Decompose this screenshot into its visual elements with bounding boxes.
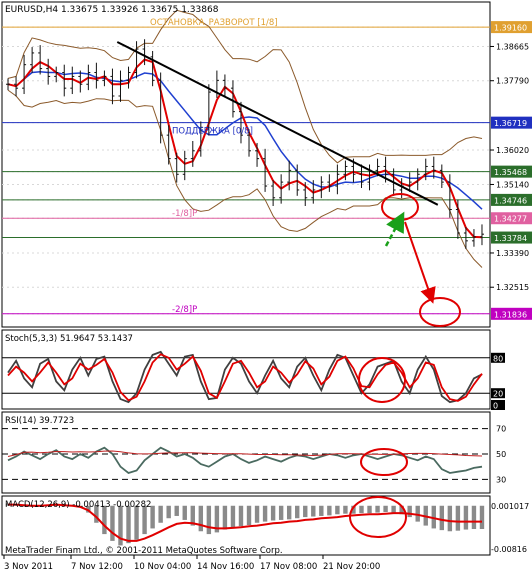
macd-tick-label: 0.001017	[491, 502, 529, 511]
stoch-header: Stoch(5,3,3) 51.9647 53.1437	[5, 334, 133, 344]
x-tick-label: 17 Nov 08:00	[260, 562, 317, 572]
level-label: -2/8]P	[172, 305, 197, 315]
rsi-tick-label: 30	[496, 475, 506, 484]
x-tick-label: 7 Nov 12:00	[71, 562, 123, 572]
macd-bar	[471, 505, 477, 529]
rsi-tick-label: 50	[496, 450, 506, 459]
time-axis: 3 Nov 2011 7 Nov 12:00 10 Nov 04:00 14 Nov …	[3, 555, 380, 572]
macd-tick-label: -0.00816	[491, 545, 527, 554]
price-tag: 1.33784	[494, 234, 527, 243]
price-tag: 1.36719	[494, 119, 527, 128]
macd-bar	[303, 505, 308, 518]
macd-bar	[343, 505, 348, 514]
tick-label: 1.38665	[496, 42, 529, 51]
rsi-header: RSI(14) 39.7723	[5, 416, 74, 426]
macd-bar	[359, 505, 364, 514]
macd-bar	[455, 505, 461, 531]
tick-label: 1.35140	[496, 180, 529, 189]
macd-bar	[222, 505, 228, 530]
macd-bar	[182, 505, 187, 520]
macd-bar	[158, 505, 163, 523]
macd-bar	[447, 505, 453, 532]
price-tag: 1.35468	[494, 168, 527, 177]
macd-bar	[319, 505, 324, 516]
macd-bar	[367, 505, 372, 514]
x-tick-label: 21 Nov 20:00	[323, 562, 380, 572]
macd-bar	[246, 505, 252, 526]
tick-label: 1.36020	[496, 146, 529, 155]
macd-bar	[254, 505, 260, 523]
macd-bar	[278, 505, 284, 520]
macd-bar	[391, 505, 396, 513]
price-tag: 1.31836	[494, 310, 527, 319]
macd-bar	[206, 505, 212, 535]
rsi-panel[interactable]: RSI(14) 39.7723	[1, 411, 491, 494]
stoch-tick-label: 80	[493, 354, 503, 363]
rsi-tick-label: 70	[496, 425, 506, 434]
macd-bar	[198, 505, 204, 532]
x-tick-label: 3 Nov 2011	[4, 562, 53, 572]
macd-panel[interactable]: MACD(12,26,9) -0.00413 -0.00282 MetaTrad…	[1, 495, 491, 556]
macd-bar	[311, 505, 316, 517]
macd-bar	[463, 505, 469, 530]
macd-bar	[327, 505, 332, 516]
macd-bar	[262, 505, 268, 522]
macd-bar	[134, 505, 139, 540]
price-axis: 1.39160 1.38665 1.37790 1.36719 1.36020 1.354…	[490, 21, 532, 320]
price-tag: 1.39160	[494, 24, 527, 33]
copyright-text: MetaTrader Finam Ltd., © 2001-2011 MetaQ…	[5, 546, 283, 556]
macd-bar	[238, 505, 244, 527]
macd-bar	[142, 505, 147, 535]
rsi-axis: 70 50 30	[496, 425, 506, 485]
price-tag: 1.34277	[494, 215, 527, 224]
tick-label: 1.33390	[496, 249, 529, 258]
x-tick-label: 10 Nov 04:00	[134, 562, 191, 572]
macd-bar	[126, 505, 131, 544]
x-tick-label: 14 Nov 16:00	[197, 562, 254, 572]
level-label: ОСТАНОВКА_РАЗВОРОТ [1/8]	[150, 18, 278, 28]
macd-bar	[270, 505, 276, 521]
macd-bar	[295, 505, 300, 519]
macd-bar	[230, 505, 236, 528]
macd-bar	[174, 505, 179, 516]
macd-bar	[110, 505, 115, 541]
macd-header: MACD(12,26,9) -0.00413 -0.00282	[5, 500, 151, 510]
macd-axis: 0.001017 -0.00816	[491, 502, 529, 554]
stoch-tick-label: 0	[493, 402, 498, 411]
stoch-tick-label: 20	[493, 390, 503, 399]
tick-label: 1.32515	[496, 283, 529, 292]
stoch-axis: 80 20 0	[491, 352, 505, 411]
tick-label: 1.37790	[496, 77, 529, 86]
macd-bar	[479, 505, 485, 529]
price-panel[interactable]: ОСТАНОВКА_РАЗВОРОТ [1/8] ПОДДЕРЖКА [0/8] -…	[1, 1, 491, 328]
stoch-panel[interactable]: Stoch(5,3,3) 51.9647 53.1437	[1, 329, 491, 410]
macd-bar	[286, 505, 292, 520]
chart-header: EURUSD,H4 1.33675 1.33926 1.33675 1.3386…	[5, 5, 219, 15]
macd-bar	[439, 505, 445, 531]
macd-bar	[335, 505, 340, 515]
macd-bar	[375, 505, 380, 513]
chart-frame: ОСТАНОВКА_РАЗВОРОТ [1/8] ПОДДЕРЖКА [0/8] -…	[1, 1, 532, 572]
macd-bar	[102, 505, 107, 535]
macd-bar	[383, 505, 388, 512]
macd-bar	[166, 505, 171, 519]
level-label: -1/8]P	[172, 209, 197, 219]
price-tag: 1.34746	[494, 196, 527, 205]
level-label: ПОДДЕРЖКА [0/8]	[172, 127, 253, 137]
macd-bar	[407, 505, 412, 518]
